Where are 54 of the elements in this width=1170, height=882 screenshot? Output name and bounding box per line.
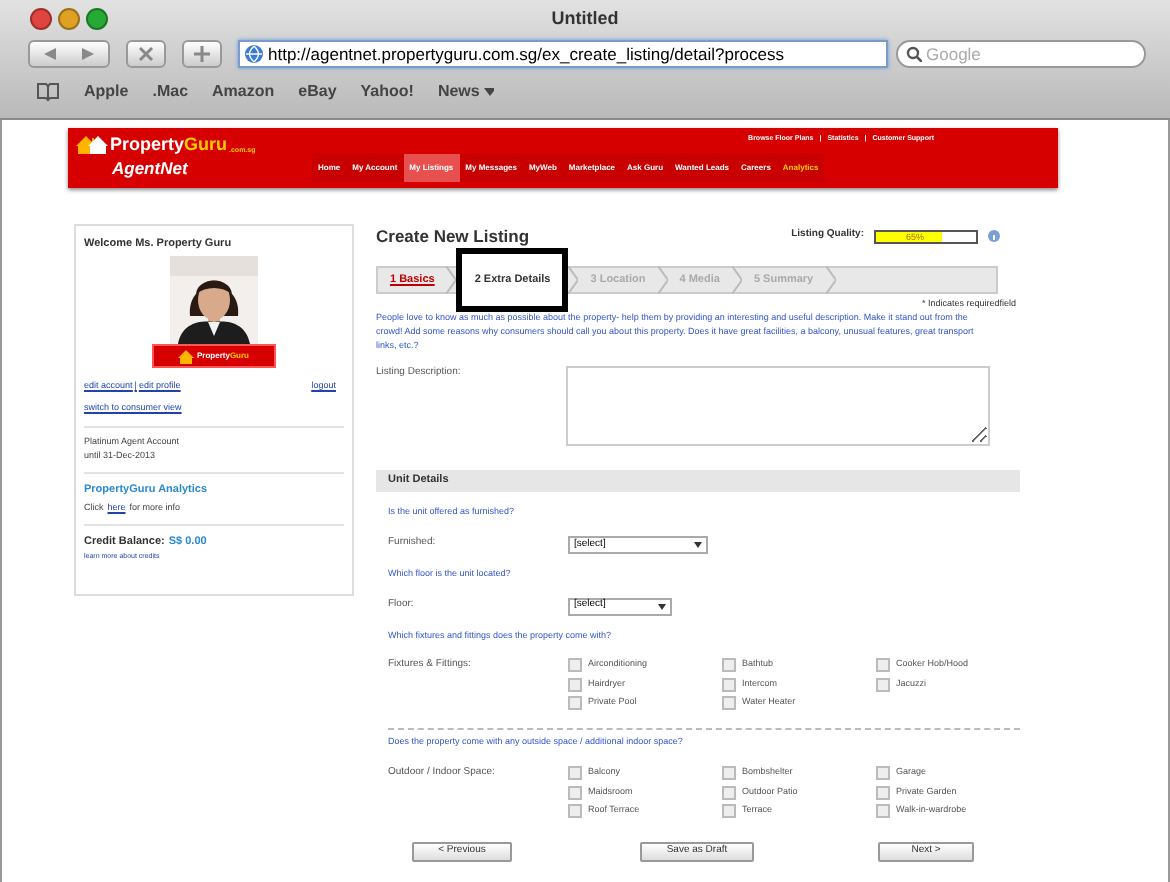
window-title: Untitled [551, 5, 619, 32]
caret-icon [694, 541, 702, 548]
checkbox[interactable] [722, 766, 736, 780]
checkbox[interactable] [568, 785, 582, 799]
checkbox[interactable] [722, 658, 736, 673]
checkbox[interactable] [876, 804, 890, 818]
search-input[interactable]: Google [926, 41, 1106, 67]
close-icon [138, 46, 154, 62]
bookmark-link[interactable]: Apple [84, 80, 129, 104]
chevron-icon [657, 266, 668, 294]
add-bookmark-button[interactable] [182, 40, 222, 68]
book-icon[interactable] [36, 82, 60, 102]
stop-button[interactable] [126, 40, 166, 68]
caret-icon [483, 88, 494, 96]
chevron-icon [731, 266, 742, 294]
checkbox[interactable] [876, 785, 890, 799]
forward-icon[interactable] [80, 46, 97, 62]
checkbox[interactable] [722, 785, 736, 799]
chevron-icon [568, 266, 579, 294]
bookmark-link[interactable]: .Mac [152, 80, 189, 104]
zoom-icon[interactable] [86, 8, 108, 30]
checkbox[interactable] [876, 677, 890, 692]
checkbox[interactable] [568, 658, 582, 673]
description-field[interactable] [566, 366, 990, 446]
plus-icon [194, 46, 210, 62]
checkbox[interactable] [876, 766, 890, 780]
chevron-icon [825, 266, 836, 294]
close-icon[interactable] [30, 8, 52, 30]
checkbox[interactable] [568, 804, 582, 818]
checkbox[interactable] [722, 696, 736, 711]
caret-icon [658, 603, 666, 609]
back-forward-buttons[interactable] [28, 40, 110, 68]
minimize-icon[interactable] [58, 8, 80, 30]
chevron-icon [446, 266, 457, 294]
checkbox[interactable] [876, 658, 890, 673]
checkbox[interactable] [568, 696, 582, 711]
checkbox[interactable] [722, 804, 736, 818]
bookmark-link[interactable]: Amazon [212, 80, 275, 104]
checkbox[interactable] [568, 677, 582, 692]
search-field[interactable]: Google [896, 40, 1146, 68]
bookmark-link[interactable]: eBay [298, 80, 337, 104]
help-icon[interactable] [988, 230, 1000, 242]
globe-icon [244, 44, 264, 64]
checkbox[interactable] [722, 677, 736, 692]
page-title: Create New Listing [376, 223, 530, 249]
back-icon[interactable] [41, 46, 58, 62]
search-icon [906, 46, 922, 62]
product-name: AgentNet [112, 156, 188, 182]
checkbox[interactable] [568, 766, 582, 780]
bookmark-link[interactable]: Yahoo! [360, 80, 414, 104]
house-icon [178, 348, 195, 365]
address-field[interactable]: http://agentnet.propertyguru.com.sg/ex_create_listing/detail?process [238, 40, 888, 68]
bookmark-link[interactable]: News [437, 80, 494, 104]
house-icon [76, 132, 108, 154]
